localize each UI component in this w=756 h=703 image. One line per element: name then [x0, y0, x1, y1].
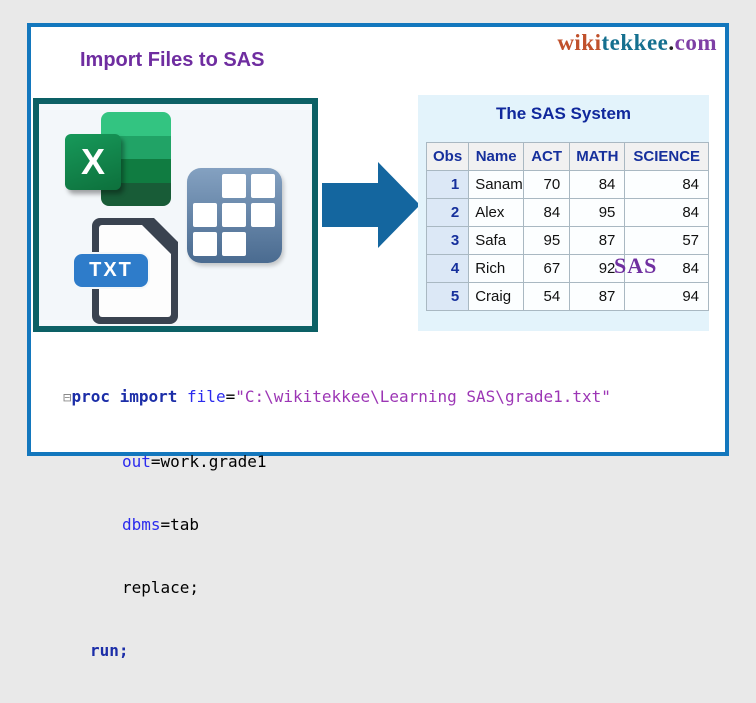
act-cell: 84 — [524, 199, 570, 227]
grid-square — [222, 203, 246, 227]
grid-square — [222, 232, 246, 256]
name-cell: Sanam — [469, 171, 524, 199]
obs-cell: 4 — [427, 255, 469, 283]
sas-results-table: Obs Name ACT MATH SCIENCE 1 Sanam 70 84 … — [426, 142, 709, 311]
content-frame: wikitekkee.com Import Files to SAS X — [27, 23, 729, 456]
code-equals: = — [226, 387, 236, 406]
site-logo: wikitekkee.com — [557, 30, 717, 56]
science-cell: 94 — [625, 283, 709, 311]
code-text: =tab — [161, 515, 200, 534]
code-option: dbms — [122, 515, 161, 534]
math-cell: 87 — [570, 227, 625, 255]
obs-cell: 1 — [427, 171, 469, 199]
act-cell: 95 — [524, 227, 570, 255]
grid-square — [193, 232, 217, 256]
grid-square — [193, 203, 217, 227]
column-header-science: SCIENCE — [625, 143, 709, 171]
excel-x-tile: X — [65, 134, 121, 190]
code-line: run; — [63, 640, 703, 661]
txt-file-icon: TXT — [74, 216, 178, 328]
obs-cell: 5 — [427, 283, 469, 311]
grid-square — [251, 174, 275, 198]
sas-code-block: ⊟proc import file="C:\wikitekkee\Learnin… — [63, 344, 703, 703]
page-title: Import Files to SAS — [80, 49, 264, 72]
table-row: 1 Sanam 70 84 84 — [427, 171, 709, 199]
grid-square — [222, 174, 246, 198]
column-header-obs: Obs — [427, 143, 469, 171]
science-cell: 84 — [625, 171, 709, 199]
code-line: ⊟proc import file="C:\wikitekkee\Learnin… — [63, 386, 703, 409]
name-cell: Alex — [469, 199, 524, 227]
obs-cell: 2 — [427, 199, 469, 227]
logo-part-tekkee: tekkee — [602, 30, 669, 55]
flow-arrow-head — [378, 162, 420, 248]
code-keyword: run; — [90, 641, 129, 660]
code-text: =work.grade1 — [151, 452, 267, 471]
code-line: replace; — [63, 577, 703, 598]
science-cell: 84 — [625, 199, 709, 227]
logo-part-wiki: wiki — [557, 30, 601, 55]
column-header-act: ACT — [524, 143, 570, 171]
column-header-math: MATH — [570, 143, 625, 171]
sas-output-panel: The SAS System Obs Name ACT MATH SCIENCE… — [418, 95, 709, 331]
column-header-name: Name — [469, 143, 524, 171]
flow-arrow-icon — [322, 183, 380, 227]
name-cell: Safa — [469, 227, 524, 255]
table-header-row: Obs Name ACT MATH SCIENCE — [427, 143, 709, 171]
code-option: out — [122, 452, 151, 471]
grid-square — [251, 203, 275, 227]
sas-watermark: SAS — [614, 253, 657, 279]
math-cell: 84 — [570, 171, 625, 199]
code-text: replace; — [122, 578, 199, 597]
table-row: 2 Alex 84 95 84 — [427, 199, 709, 227]
sas-output-title: The SAS System — [418, 104, 709, 124]
name-cell: Rich — [469, 255, 524, 283]
dataset-grid-icon — [187, 168, 282, 263]
table-row: 3 Safa 95 87 57 — [427, 227, 709, 255]
code-string: "C:\wikitekkee\Learning SAS\grade1.txt" — [235, 387, 611, 406]
math-cell: 95 — [570, 199, 625, 227]
code-option: file — [177, 387, 225, 406]
source-files-box: X TXT — [33, 98, 318, 332]
act-cell: 67 — [524, 255, 570, 283]
table-row: 5 Craig 54 87 94 — [427, 283, 709, 311]
math-cell: 87 — [570, 283, 625, 311]
txt-badge: TXT — [74, 254, 148, 287]
code-keyword: proc import — [71, 387, 177, 406]
excel-icon: X — [65, 110, 171, 210]
code-line: out=work.grade1 — [63, 451, 703, 472]
obs-cell: 3 — [427, 227, 469, 255]
logo-part-com: com — [675, 30, 717, 55]
code-line: dbms=tab — [63, 514, 703, 535]
name-cell: Craig — [469, 283, 524, 311]
act-cell: 54 — [524, 283, 570, 311]
science-cell: 57 — [625, 227, 709, 255]
act-cell: 70 — [524, 171, 570, 199]
table-row: 4 Rich 67 92 84 — [427, 255, 709, 283]
